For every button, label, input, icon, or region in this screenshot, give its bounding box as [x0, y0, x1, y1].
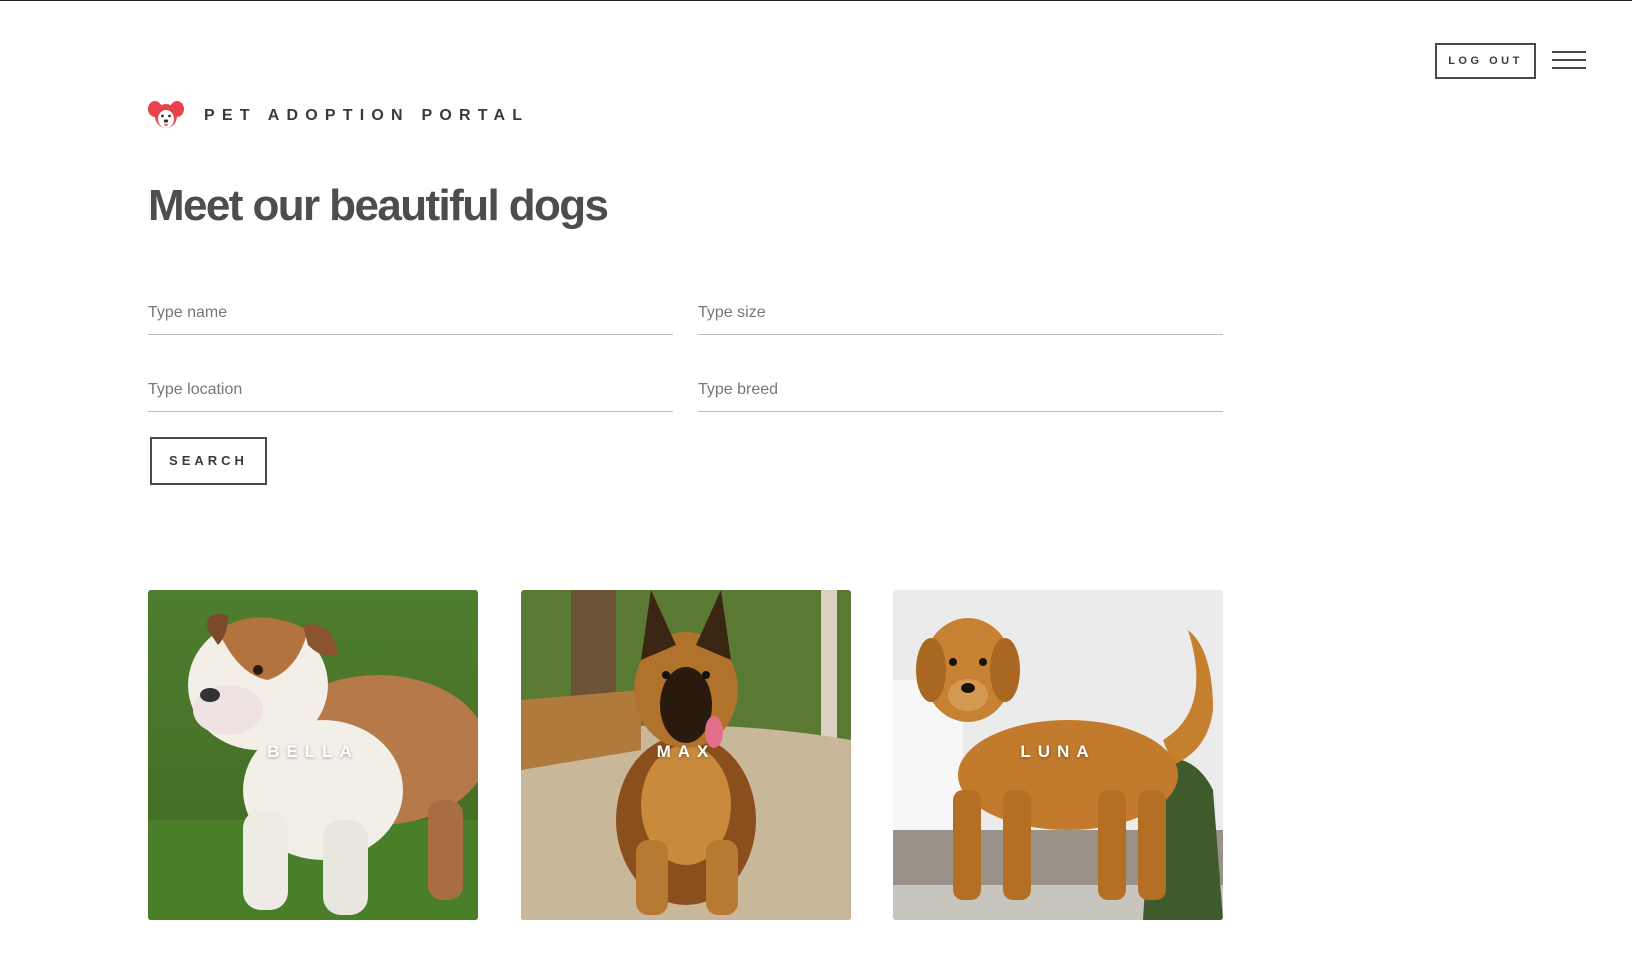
dog-name: LUNA — [1020, 742, 1096, 761]
dog-card[interactable]: BELLA — [148, 590, 478, 920]
brand[interactable]: PET ADOPTION PORTAL — [148, 100, 529, 132]
page-title: Meet our beautiful dogs — [148, 181, 609, 230]
dog-card[interactable]: MAX — [521, 590, 851, 920]
dog-face-icon — [148, 101, 184, 128]
logout-button[interactable]: LOG OUT — [1435, 43, 1536, 79]
dog-card[interactable]: LUNA — [893, 590, 1223, 920]
dog-name: MAX — [656, 742, 716, 761]
name-input[interactable] — [148, 291, 673, 335]
hamburger-menu-icon[interactable] — [1552, 51, 1588, 73]
location-input[interactable] — [148, 368, 673, 412]
breed-input[interactable] — [698, 368, 1223, 412]
brand-name: PET ADOPTION PORTAL — [204, 107, 530, 124]
search-button[interactable]: SEARCH — [150, 437, 267, 485]
size-input[interactable] — [698, 291, 1223, 335]
dog-name: BELLA — [267, 742, 359, 761]
